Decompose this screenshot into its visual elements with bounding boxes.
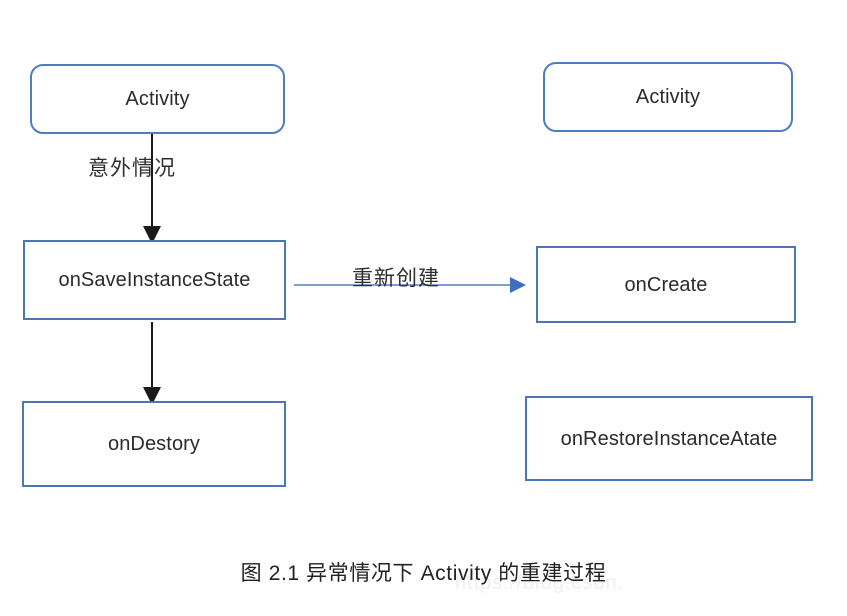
- node-label: Activity: [635, 86, 701, 108]
- node-label: onCreate: [624, 273, 708, 296]
- node-ondestory: onDestory: [22, 401, 286, 487]
- diagram-canvas: Activity onSaveInstanceState onDestory A…: [0, 0, 847, 616]
- figure-caption: 图 2.1 异常情况下 Activity 的重建过程: [240, 562, 607, 585]
- node-label: onSaveInstanceState: [58, 269, 251, 291]
- node-activity-right: Activity: [543, 62, 793, 132]
- node-label: onRestoreInstanceAtate: [560, 427, 778, 450]
- node-activity-left: Activity: [30, 64, 285, 134]
- node-oncreate: onCreate: [536, 246, 796, 323]
- edge-label-recreate: 重新创建: [352, 267, 440, 290]
- node-onrestoreinstanceatate: onRestoreInstanceAtate: [525, 396, 813, 481]
- node-label: onDestory: [107, 433, 201, 455]
- node-onsaveinstancestate: onSaveInstanceState: [23, 240, 286, 320]
- edge-label-unexpected-condition: 意外情况: [88, 157, 176, 180]
- node-label: Activity: [125, 88, 190, 110]
